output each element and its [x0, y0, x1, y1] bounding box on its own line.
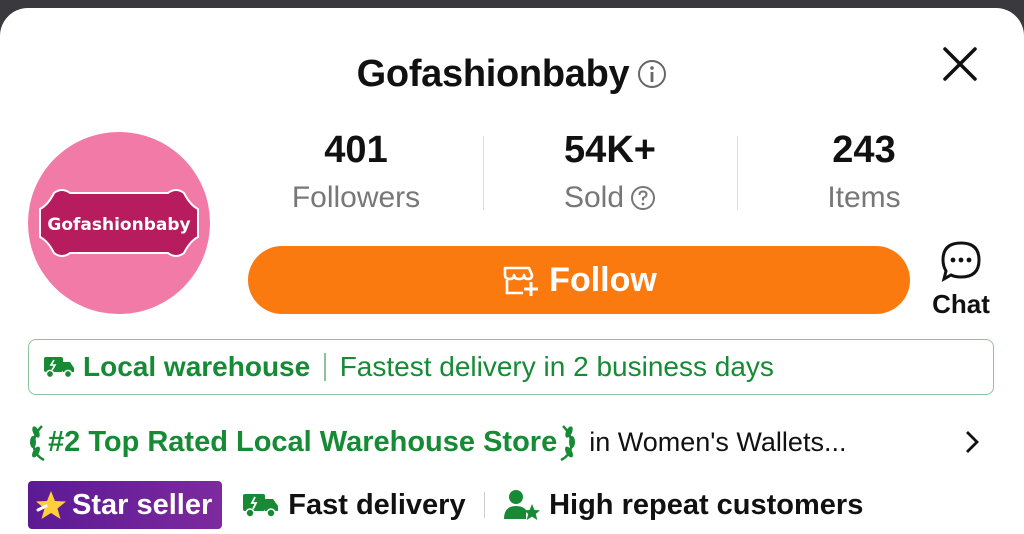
- followers-count: 401: [324, 129, 388, 171]
- repeat-customers-badge: High repeat customers: [503, 488, 863, 522]
- sold-label: Sold: [563, 181, 625, 214]
- fast-delivery-label: Fast delivery: [288, 488, 466, 521]
- stat-followers[interactable]: 401 Followers: [256, 128, 456, 218]
- follow-label: Follow: [549, 260, 657, 299]
- separator: [483, 492, 486, 518]
- separator: [324, 353, 326, 381]
- avatar-plaque: Gofashionbaby: [39, 189, 199, 257]
- fast-delivery-badge: Fast delivery: [242, 488, 466, 522]
- chat-bubble-icon: [941, 241, 981, 283]
- avatar-text: Gofashionbaby: [47, 215, 190, 235]
- sold-count: 54K+: [564, 129, 656, 171]
- laurel-right-icon: [560, 425, 576, 462]
- chevron-right-icon: [966, 431, 979, 453]
- user-star-icon: [504, 490, 541, 520]
- followers-label: Followers: [291, 181, 421, 214]
- items-count: 243: [832, 129, 896, 171]
- stat-sold: 54K+ Sold: [510, 128, 710, 218]
- ranking-category: in Women's Wallets...: [589, 426, 847, 457]
- follow-button[interactable]: Follow: [248, 246, 910, 314]
- ranking-label: #2 Top Rated Local Warehouse Store: [48, 425, 558, 458]
- info-circle-icon[interactable]: [637, 59, 667, 89]
- ranking-row[interactable]: #2 Top Rated Local Warehouse Store in Wo…: [28, 418, 994, 466]
- warehouse-label: Local warehouse: [83, 351, 311, 382]
- store-avatar[interactable]: Gofashionbaby: [28, 132, 210, 314]
- close-icon[interactable]: [940, 44, 980, 84]
- chat-label: Chat: [932, 289, 990, 319]
- badges-row: Star seller Fast delivery High repeat cu…: [28, 481, 863, 529]
- items-label: Items: [827, 181, 901, 214]
- stat-items[interactable]: 243 Items: [764, 128, 964, 218]
- laurel-left-icon: [30, 425, 45, 462]
- delivery-text: Fastest delivery in 2 business days: [339, 351, 774, 382]
- store-add-icon: [503, 266, 539, 296]
- star-icon: [36, 491, 66, 519]
- star-seller-label: Star seller: [72, 488, 213, 521]
- stat-divider: [737, 136, 738, 210]
- question-circle-icon[interactable]: [630, 185, 656, 211]
- title-row: Gofashionbaby: [0, 46, 1024, 102]
- store-info-sheet: Gofashionbaby Gofashionbaby 401 Follower…: [0, 8, 1024, 534]
- truck-icon: [44, 357, 74, 379]
- chat-button[interactable]: Chat: [922, 240, 1000, 320]
- local-warehouse-banner[interactable]: Local warehouse Fastest delivery in 2 bu…: [28, 339, 994, 395]
- stat-divider: [483, 136, 484, 210]
- repeat-customers-label: High repeat customers: [549, 488, 864, 521]
- star-seller-badge: Star seller: [28, 481, 223, 529]
- truck-icon: [243, 494, 279, 518]
- store-name: Gofashionbaby: [356, 52, 630, 95]
